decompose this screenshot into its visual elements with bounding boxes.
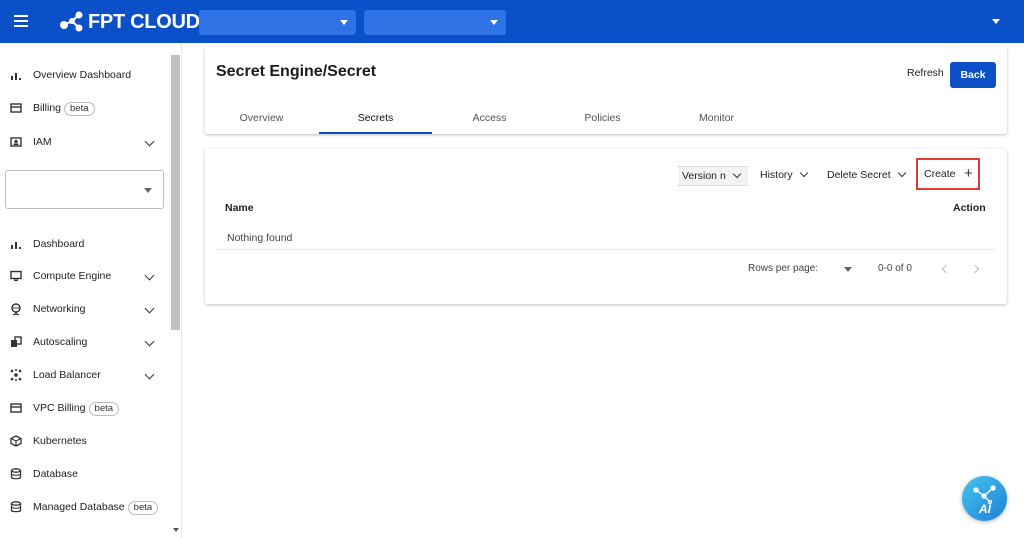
sidebar: Overview Dashboard Billing beta IAM Dashb… — [0, 43, 182, 538]
sidebar-item-label: Kubernetes — [33, 435, 87, 447]
sidebar-item-billing[interactable]: Billing beta — [0, 96, 170, 120]
delete-secret-dropdown-button[interactable]: Delete Secret — [827, 166, 906, 186]
sidebar-item-managed-database[interactable]: Managed Database beta — [0, 495, 170, 519]
sidebar-item-label: Dashboard — [33, 238, 85, 250]
sidebar-item-label: Load Balancer — [33, 369, 101, 381]
history-dropdown-label: History — [760, 169, 793, 181]
ai-assistant-icon: AI — [973, 485, 996, 516]
sidebar-item-compute-engine[interactable]: Compute Engine — [0, 264, 170, 288]
sidebar-item-label: Managed Database — [33, 501, 125, 513]
chevron-down-icon — [144, 336, 155, 347]
beta-badge: beta — [88, 402, 120, 416]
scroll-down-arrow-icon[interactable] — [173, 528, 179, 532]
tab-access[interactable]: Access — [433, 102, 546, 134]
sidebar-item-networking[interactable]: Networking — [0, 297, 170, 321]
sidebar-item-label: Database — [33, 468, 78, 480]
database-icon — [10, 468, 22, 480]
sidebar-item-overview-dashboard[interactable]: Overview Dashboard — [0, 63, 170, 87]
billing-icon — [10, 403, 22, 413]
billing-icon — [10, 103, 22, 113]
sidebar-item-vpc-billing[interactable]: VPC Billing beta — [0, 396, 170, 420]
sidebar-item-label-wrap: Managed Database beta — [33, 501, 159, 515]
back-button[interactable]: Back — [950, 62, 996, 88]
sidebar-item-label: IAM — [33, 136, 52, 148]
cube-icon — [10, 435, 22, 447]
sidebar-item-dashboard[interactable]: Dashboard — [0, 232, 170, 256]
sidebar-item-label: Overview Dashboard — [33, 69, 132, 81]
create-button[interactable]: Create + — [916, 158, 980, 190]
sidebar-item-label-wrap: Billing beta — [33, 102, 95, 116]
iam-icon — [10, 137, 22, 147]
brand-name: FPT CLOUD — [88, 10, 200, 33]
create-button-label: Create — [924, 168, 956, 180]
pagination-range: 0-0 of 0 — [878, 263, 912, 274]
caret-down-icon — [490, 20, 498, 25]
bar-chart-icon — [11, 73, 21, 80]
brand-logo[interactable]: FPT CLOUD — [60, 10, 200, 34]
sidebar-item-label-wrap: VPC Billing beta — [33, 402, 120, 416]
sidebar-scrollbar[interactable] — [171, 55, 180, 330]
caret-down-icon — [144, 188, 152, 193]
sidebar-item-label: Compute Engine — [33, 270, 112, 282]
delete-secret-label: Delete Secret — [827, 169, 891, 181]
chevron-down-icon — [144, 136, 155, 147]
sidebar-item-label: Billing — [33, 102, 62, 114]
sidebar-item-label: Networking — [33, 303, 86, 315]
chevron-down-icon — [144, 303, 155, 314]
tab-secrets[interactable]: Secrets — [319, 102, 432, 134]
prev-page-button[interactable] — [940, 264, 950, 274]
tab-overview[interactable]: Overview — [205, 102, 318, 134]
sidebar-item-autoscaling[interactable]: Autoscaling — [0, 330, 170, 354]
chevron-down-icon — [732, 169, 742, 179]
chevron-down-icon — [897, 168, 906, 178]
project-select[interactable] — [5, 170, 164, 209]
beta-badge: beta — [64, 102, 95, 116]
database-icon — [10, 501, 22, 513]
rows-per-page-select[interactable] — [844, 267, 852, 272]
plus-icon: + — [964, 165, 973, 182]
refresh-button[interactable]: Refresh — [907, 67, 944, 79]
top-app-bar: FPT CLOUD — [0, 0, 1024, 43]
column-header-name[interactable]: Name — [225, 202, 254, 214]
sidebar-item-kubernetes[interactable]: Kubernetes — [0, 429, 170, 453]
sidebar-item-label: VPC Billing — [33, 402, 86, 414]
sidebar-item-load-balancer[interactable]: Load Balancer — [0, 363, 170, 387]
ai-assistant-button[interactable]: AI — [962, 476, 1007, 521]
chevron-down-icon — [144, 270, 155, 281]
caret-down-icon — [340, 20, 348, 25]
autoscaling-icon — [11, 336, 22, 347]
history-dropdown-button[interactable]: History — [760, 166, 808, 186]
empty-state-text: Nothing found — [227, 232, 293, 244]
chevron-down-icon — [144, 369, 155, 380]
secrets-table-card: Version n History Delete Secret Create + … — [205, 149, 1007, 304]
load-balancer-icon — [10, 369, 22, 381]
sidebar-item-label: Autoscaling — [33, 336, 88, 348]
version-dropdown-label: Version n — [682, 170, 726, 182]
tab-policies[interactable]: Policies — [546, 102, 659, 134]
table-empty-row: Nothing found — [215, 225, 995, 250]
page-title: Secret Engine/Secret — [216, 63, 377, 80]
tab-monitor[interactable]: Monitor — [660, 102, 773, 134]
globe-icon — [11, 303, 21, 315]
account-menu-caret-icon[interactable] — [992, 19, 1000, 24]
sidebar-item-iam[interactable]: IAM — [0, 130, 170, 154]
menu-icon[interactable] — [14, 15, 28, 27]
network-logo-icon — [60, 11, 83, 32]
bar-chart-icon — [11, 242, 21, 249]
beta-badge: beta — [127, 501, 159, 515]
secret-header-card: Secret Engine/Secret Refresh Back Overvi… — [205, 47, 1007, 134]
chevron-down-icon — [799, 168, 808, 178]
column-header-action: Action — [953, 202, 986, 214]
sidebar-item-database[interactable]: Database — [0, 462, 170, 486]
monitor-icon — [10, 270, 22, 281]
version-dropdown-button[interactable]: Version n — [678, 166, 748, 186]
region-select[interactable] — [364, 10, 506, 35]
ai-label: AI — [978, 502, 992, 516]
next-page-button[interactable] — [971, 264, 981, 274]
rows-per-page-label: Rows per page: — [748, 263, 819, 274]
organization-select[interactable] — [199, 10, 356, 35]
